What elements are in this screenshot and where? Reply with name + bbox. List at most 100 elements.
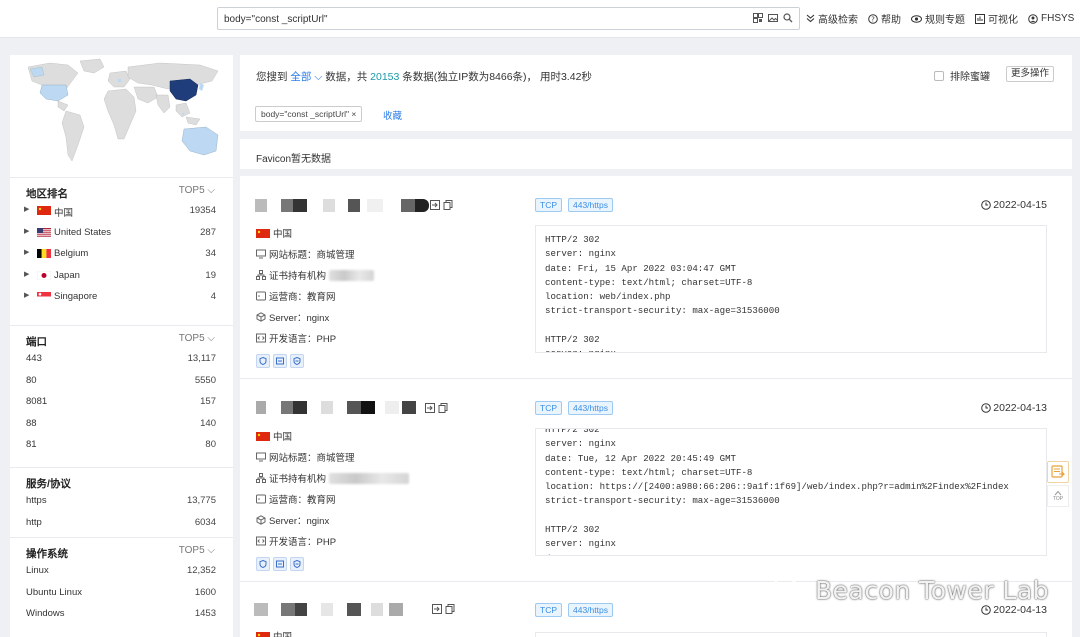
jump-icon[interactable] (425, 403, 435, 413)
os-item[interactable]: Windows 1453 (10, 602, 233, 624)
nav-advanced-label: 高级检索 (818, 15, 858, 26)
response-header-box[interactable]: HTTP/2 302 server: nginx date: Fri, 15 A… (535, 225, 1047, 353)
protocol-label: https (26, 495, 47, 506)
country-row[interactable]: 中国 (256, 226, 292, 240)
back-to-top-button[interactable]: TOP (1047, 485, 1069, 507)
expand-arrow-icon[interactable]: ▶ (24, 291, 29, 299)
protocol-item[interactable]: https 13,775 (10, 489, 233, 511)
shield-badge-icon[interactable] (256, 354, 270, 368)
server-label: Server：nginx (269, 313, 330, 324)
country-row[interactable]: 中国 (256, 629, 292, 637)
shield-badge-icon[interactable] (256, 557, 270, 571)
response-header-box[interactable]: HTTP/2 302 server: nginx date: Tue, 12 A… (535, 428, 1047, 556)
expand-arrow-icon[interactable]: ▶ (24, 248, 29, 256)
jump-icon[interactable] (430, 200, 440, 210)
wechat-icon (772, 577, 807, 603)
china-flag-icon (37, 206, 51, 215)
api-badge-icon[interactable] (273, 354, 287, 368)
tcp-tag[interactable]: TCP (535, 603, 562, 617)
region-item[interactable]: ▶ Belgium 34 (10, 242, 233, 264)
port-label: 81 (26, 439, 37, 451)
china-flag-icon (256, 431, 270, 441)
port-item[interactable]: 81 80 (10, 433, 233, 455)
port-item[interactable]: 80 5550 (10, 369, 233, 391)
copy-icon[interactable] (438, 403, 448, 413)
port-item[interactable]: 88 140 (10, 412, 233, 434)
query-tag[interactable]: body="const _scriptUrl" × (255, 106, 363, 122)
region-top-select[interactable]: TOP5 ⌵ (179, 185, 215, 196)
scope-select[interactable]: 全部 ⌵ (290, 71, 322, 83)
port-tag[interactable]: 443/https (568, 603, 613, 617)
jump-icon[interactable] (432, 604, 442, 614)
port-label: 88 (26, 417, 37, 429)
os-item[interactable]: Linux 12,352 (10, 559, 233, 581)
nav-rules[interactable]: 规则专题 (911, 11, 965, 26)
result-date: 2022-04-13 (981, 402, 1047, 414)
region-item[interactable]: ▶ Singapore 4 (10, 285, 233, 307)
port-item[interactable]: 8081 157 (10, 390, 233, 412)
image-search-icon[interactable] (767, 12, 778, 23)
os-top-select[interactable]: TOP5 ⌵ (179, 545, 215, 556)
port-tag[interactable]: 443/https (568, 401, 613, 415)
port-top-select[interactable]: TOP5 ⌵ (179, 333, 215, 344)
result-item: TCP 443/https 2022-04-15 中国 网站标题：商城管理 证书… (240, 176, 1072, 379)
protocol-item[interactable]: http 6034 (10, 511, 233, 533)
response-header-box[interactable] (535, 632, 1047, 637)
more-actions-button[interactable]: 更多操作 (1006, 66, 1055, 82)
country-row[interactable]: 中国 (256, 429, 292, 443)
exclude-honeypot-checkbox[interactable] (934, 70, 944, 81)
tcp-tag[interactable]: TCP (535, 401, 562, 415)
china-flag-icon (256, 631, 270, 637)
lang-label: 开发语言：PHP (269, 537, 337, 548)
main-content: 您搜到 全部 ⌵ 数据，共 20153 条数据(独立IP数为8466条)， 用时… (240, 55, 1072, 637)
protocol-count: 6034 (194, 516, 216, 528)
world-map[interactable] (20, 55, 225, 173)
region-label: Japan (54, 269, 80, 281)
qrcode-icon[interactable] (752, 12, 763, 23)
isp-row: 运营商：教育网 (256, 289, 336, 303)
sidebar: 地区排名 TOP5 ⌵ ▶ 中国 19354 ▶ United States 2… (10, 55, 233, 637)
favicon-card: Favicon暂无数据 (240, 139, 1072, 169)
expand-arrow-icon[interactable]: ▶ (24, 227, 29, 235)
expand-arrow-icon[interactable]: ▶ (24, 270, 29, 278)
nav-visual-label: 可视化 (988, 15, 1018, 26)
nav-help[interactable]: ? 帮助 (868, 11, 901, 26)
region-item[interactable]: ▶ Japan 19 (10, 264, 233, 286)
result-summary: 您搜到 全部 ⌵ 数据，共 20153 条数据(独立IP数为8466条)， 用时… (256, 69, 592, 84)
china-flag-icon (256, 228, 270, 238)
code-icon (256, 333, 266, 343)
copy-icon[interactable] (445, 604, 455, 614)
clock-icon (981, 605, 992, 615)
os-label: Windows (26, 608, 65, 620)
security-badge-icon[interactable] (290, 557, 304, 571)
os-item[interactable]: Ubuntu Linux 1600 (10, 581, 233, 603)
region-item[interactable]: ▶ United States 287 (10, 221, 233, 243)
total-count: 20153 (370, 71, 400, 83)
nav-user[interactable]: FHSYS (1028, 11, 1074, 26)
lang-label: 开发语言：PHP (269, 334, 337, 345)
port-label: 443 (26, 353, 42, 364)
collect-link[interactable]: 收藏 (383, 108, 402, 122)
search-box[interactable] (217, 7, 800, 30)
search-input[interactable] (224, 11, 744, 27)
region-count: 19354 (189, 205, 216, 216)
copy-icon[interactable] (443, 200, 453, 210)
nav-visual[interactable]: 可视化 (975, 11, 1018, 26)
port-tag[interactable]: 443/https (568, 198, 613, 212)
region-item[interactable]: ▶ 中国 19354 (10, 199, 233, 221)
expand-arrow-icon[interactable]: ▶ (24, 205, 29, 213)
nav-advanced-search[interactable]: 高级检索 (806, 11, 858, 26)
clock-icon (981, 200, 992, 210)
port-item[interactable]: 443 13,117 (10, 347, 233, 369)
search-icon[interactable] (782, 12, 793, 23)
exclude-honeypot-toggle[interactable]: 排除蜜罐 (934, 68, 990, 83)
tcp-tag[interactable]: TCP (535, 198, 562, 212)
region-label: United States (54, 226, 112, 238)
protocol-label: http (26, 516, 42, 528)
user-icon (1028, 13, 1038, 24)
scope-label: 全部 (290, 71, 312, 83)
feedback-button[interactable] (1047, 461, 1069, 483)
nav-help-label: 帮助 (881, 15, 901, 26)
api-badge-icon[interactable] (273, 557, 287, 571)
security-badge-icon[interactable] (290, 354, 304, 368)
